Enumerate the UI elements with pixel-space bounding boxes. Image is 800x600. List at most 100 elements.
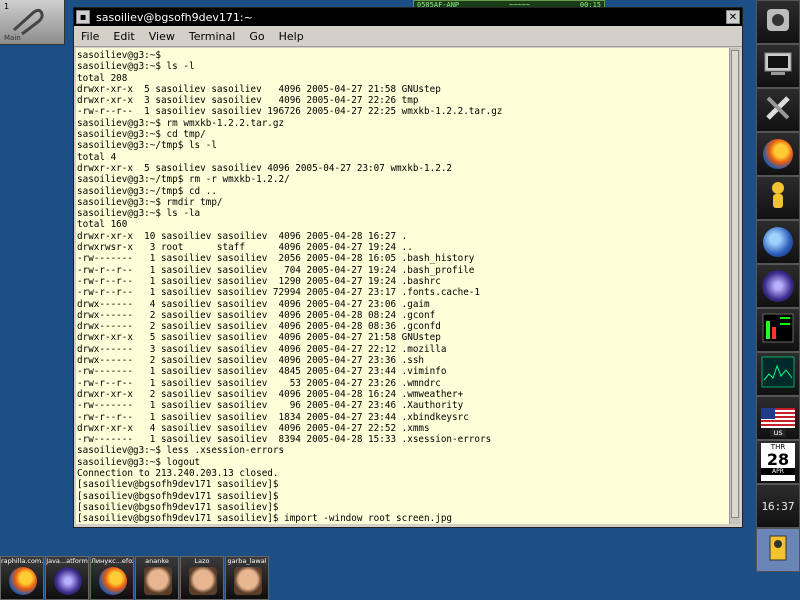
terminal-line: drwxr-xr-x 2 sasoiliev sasoiliev 4096 20…: [77, 388, 464, 400]
calendar-widget: THR 28 APR: [761, 443, 795, 481]
dock-tile-misc[interactable]: [756, 528, 800, 572]
terminal-icon: [763, 51, 793, 81]
dock-tile-tools[interactable]: [756, 88, 800, 132]
clock-display: 16:37: [761, 499, 795, 513]
terminal-line: total 160: [77, 219, 128, 231]
dock-tile-firefox[interactable]: [756, 132, 800, 176]
dock-tile-monitor[interactable]: [756, 308, 800, 352]
terminal-line: drwxr-xr-x 5 sasoiliev sasoiliev 4096 20…: [77, 162, 453, 174]
terminal-line: drwxr-xr-x 5 sasoiliev sasoiliev 4096 20…: [77, 332, 441, 344]
terminal-line: drwx------ 2 sasoiliev sasoiliev 4096 20…: [77, 321, 441, 333]
dock-tile-network[interactable]: [756, 352, 800, 396]
tools-icon: [763, 93, 793, 127]
keyboard-layout-label: us: [770, 428, 786, 437]
dock: us THR 28 APR 16:37: [756, 0, 800, 600]
us-flag-icon: [761, 408, 795, 428]
menu-edit[interactable]: Edit: [106, 30, 141, 43]
terminal-line: drwx------ 2 sasoiliev sasoiliev 4096 20…: [77, 355, 425, 367]
task-item[interactable]: Lazo: [180, 556, 224, 600]
dock-tile-thunderbird[interactable]: [756, 220, 800, 264]
java-icon: [54, 567, 82, 595]
terminal-scrollbar[interactable]: [729, 48, 740, 524]
terminal-line: -rw-r--r-- 1 sasoiliev sasoiliev 72994 2…: [77, 287, 480, 299]
terminal-line: -rw-r--r-- 1 sasoiliev sasoiliev 704 200…: [77, 264, 475, 276]
terminal-line: sasoiliev@g3:~$ rmdir tmp/: [77, 196, 223, 208]
dock-tile-calendar[interactable]: THR 28 APR: [756, 440, 800, 484]
task-item[interactable]: garba_lawal: [225, 556, 269, 600]
task-label: Lazo: [194, 557, 210, 565]
calendar-month: APR: [761, 468, 795, 475]
dock-tile-terminal[interactable]: [756, 44, 800, 88]
dock-tile-gaim[interactable]: [756, 176, 800, 220]
terminal-line: drwxr-xr-x 10 sasoiliev sasoiliev 4096 2…: [77, 230, 408, 242]
terminal-line: sasoiliev@g3:~/tmp$ ls -l: [77, 140, 217, 152]
calendar-day: 28: [766, 450, 790, 469]
task-label: raphilla.com...: [1, 557, 43, 565]
menu-file[interactable]: File: [74, 30, 106, 43]
network-graph-icon: [761, 356, 795, 392]
terminal-output[interactable]: sasoiliev@g3:~$ sasoiliev@g3:~$ ls -l tota…: [76, 48, 729, 524]
avatar-icon: [144, 567, 172, 595]
workspace-label: Main: [4, 34, 21, 42]
terminal-line: -rw------- 1 sasoiliev sasoiliev 96 2005…: [77, 400, 464, 412]
gaim-icon: [765, 180, 791, 216]
thunderbird-icon: [763, 227, 793, 257]
workspace-clip[interactable]: 1 Main: [0, 0, 65, 45]
terminal-line: sasoiliev@g3:~$ ls -la: [77, 208, 201, 220]
menu-bar: File Edit View Terminal Go Help: [74, 26, 742, 47]
terminal-line: drwxr-xr-x 4 sasoiliev sasoiliev 4096 20…: [77, 422, 430, 434]
dock-tile-main[interactable]: [756, 0, 800, 44]
eclipse-icon: [762, 270, 794, 302]
window-title: sasoiliev@bgsofh9dev171:~: [96, 10, 253, 24]
terminal-line: sasoiliev@g3:~$ less .xsession-errors: [77, 445, 285, 457]
menu-terminal[interactable]: Terminal: [182, 30, 243, 43]
dock-tile-clock[interactable]: 16:37: [756, 484, 800, 528]
workspace-number: 1: [4, 2, 10, 11]
avatar-icon: [189, 567, 217, 595]
terminal-line: drwxr-xr-x 5 sasoiliev sasoiliev 4096 20…: [77, 83, 441, 95]
terminal-line: drwxrwsr-x 3 root staff 4096 2005-04-27 …: [77, 242, 413, 254]
terminal-line: -rw------- 1 sasoiliev sasoiliev 4845 20…: [77, 366, 447, 378]
firefox-icon: [9, 567, 37, 595]
terminal-line: sasoiliev@g3:~$ ls -l: [77, 61, 195, 73]
terminal-line: -rw-r--r-- 1 sasoiliev sasoiliev 1290 20…: [77, 275, 441, 287]
task-label: Java...atform: [46, 557, 88, 565]
task-item[interactable]: Java...atform: [45, 556, 89, 600]
misc-app-icon: [766, 534, 790, 566]
terminal-line: -rw-r--r-- 1 sasoiliev sasoiliev 196726 …: [77, 106, 503, 118]
dock-tile-eclipse[interactable]: [756, 264, 800, 308]
close-button[interactable]: ✕: [726, 10, 740, 24]
task-item[interactable]: Линукс...efox: [90, 556, 134, 600]
terminal-line: sasoiliev@g3:~/tmp$ rm -r wmxkb-1.2.2/: [77, 174, 290, 186]
terminal-line: total 208: [77, 72, 128, 84]
terminal-line: drwx------ 4 sasoiliev sasoiliev 4096 20…: [77, 298, 430, 310]
dock-tile-keyboard-layout[interactable]: us: [756, 396, 800, 440]
terminal-line: sasoiliev@g3:~$ cd tmp/: [77, 129, 206, 141]
terminal-window[interactable]: ▪ sasoiliev@bgsofh9dev171:~ ✕ File Edit …: [73, 7, 743, 528]
task-label: garba_lawal: [227, 557, 267, 565]
terminal-line: sasoiliev@g3:~$ logout: [77, 456, 201, 468]
task-item[interactable]: raphilla.com...: [0, 556, 44, 600]
menu-go[interactable]: Go: [242, 30, 271, 43]
terminal-line: total 4: [77, 151, 117, 163]
terminal-line: -rw-r--r-- 1 sasoiliev sasoiliev 53 2005…: [77, 377, 441, 389]
terminal-line: [sasoiliev@bgsofh9dev171 sasoiliev]$: [77, 490, 279, 502]
window-titlebar[interactable]: ▪ sasoiliev@bgsofh9dev171:~ ✕: [74, 8, 742, 26]
terminal-line: Connection to 213.240.203.13 closed.: [77, 467, 279, 479]
task-label: Линукс...efox: [91, 557, 133, 565]
terminal-line: drwxr-xr-x 3 sasoiliev sasoiliev 4096 20…: [77, 95, 419, 107]
task-item[interactable]: ananke: [135, 556, 179, 600]
avatar-icon: [234, 567, 262, 595]
system-monitor-icon: [762, 313, 794, 347]
terminal-line: sasoiliev@g3:~$: [77, 50, 161, 61]
minimize-button[interactable]: ▪: [76, 10, 90, 24]
terminal-line: sasoiliev@g3:~/tmp$ cd ..: [77, 185, 217, 197]
menu-help[interactable]: Help: [272, 30, 311, 43]
terminal-line: sasoiliev@g3:~$ rm wmxkb-1.2.2.tar.gz: [77, 117, 285, 129]
menu-view[interactable]: View: [142, 30, 182, 43]
dock-app-icon: [763, 5, 793, 40]
taskbar: raphilla.com... Java...atform Линукс...e…: [0, 556, 270, 600]
firefox-icon: [763, 139, 793, 169]
scrollbar-thumb[interactable]: [731, 50, 739, 518]
terminal-line: -rw------- 1 sasoiliev sasoiliev 8394 20…: [77, 434, 492, 446]
